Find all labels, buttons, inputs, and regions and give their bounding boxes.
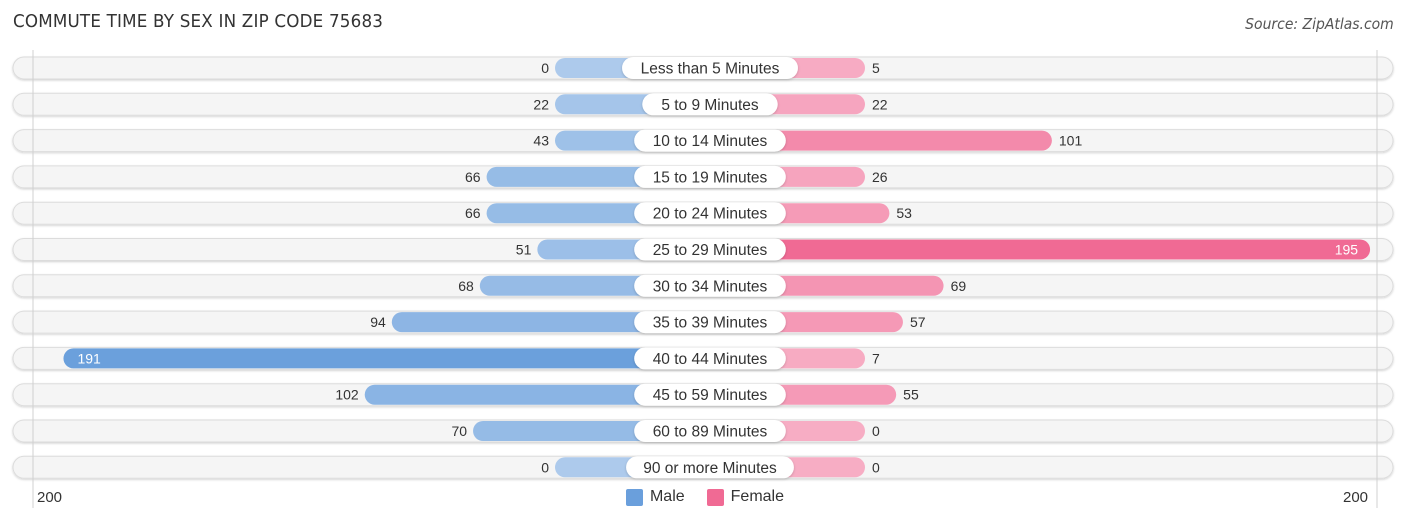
bar-male[interactable] <box>63 348 710 369</box>
value-label-female: 69 <box>951 278 967 294</box>
value-label-male: 43 <box>533 133 549 149</box>
value-label-female: 195 <box>1335 242 1359 258</box>
value-label-female: 53 <box>896 205 912 221</box>
value-label-male: 0 <box>541 459 549 475</box>
value-label-male: 68 <box>458 278 474 294</box>
value-label-female: 101 <box>1059 133 1083 149</box>
chart-row: 191 7 40 to 44 Minutes <box>12 346 1394 370</box>
category-label: 15 to 19 Minutes <box>653 169 768 186</box>
category-label: 25 to 29 Minutes <box>653 242 768 259</box>
value-label-female: 5 <box>872 60 880 76</box>
chart-row: 94 57 35 to 39 Minutes <box>12 310 1394 334</box>
value-label-female: 7 <box>872 350 880 366</box>
category-label: 60 to 89 Minutes <box>653 424 768 441</box>
value-label-male: 0 <box>541 60 549 76</box>
category-label: 35 to 39 Minutes <box>653 315 768 332</box>
value-label-female: 0 <box>872 423 880 439</box>
category-label: 45 to 59 Minutes <box>653 387 768 404</box>
chart-row: 66 53 20 to 24 Minutes <box>12 201 1394 225</box>
value-label-female: 55 <box>903 387 919 403</box>
chart-row: 43 101 10 to 14 Minutes <box>12 129 1394 153</box>
category-label: 90 or more Minutes <box>643 460 777 477</box>
value-label-female: 57 <box>910 314 926 330</box>
value-label-male: 70 <box>451 423 467 439</box>
diverging-bar-chart: 0 5 Less than 5 Minutes 22 22 5 to 9 Minutes 4… <box>12 50 1394 508</box>
category-label: 30 to 34 Minutes <box>653 278 768 295</box>
legend-label-female: Female <box>730 488 785 505</box>
chart-row: 51 195 25 to 29 Minutes <box>12 238 1394 261</box>
value-label-male: 66 <box>465 169 481 185</box>
category-label: 40 to 44 Minutes <box>653 351 768 368</box>
category-label: 10 to 14 Minutes <box>653 133 768 150</box>
chart-row: 66 26 15 to 19 Minutes <box>12 165 1394 189</box>
value-label-female: 0 <box>872 459 880 475</box>
legend-item-female[interactable]: Female <box>703 488 784 506</box>
chart-row: 102 55 45 to 59 Minutes <box>12 383 1394 407</box>
chart-row: 22 22 5 to 9 Minutes <box>12 92 1394 116</box>
value-label-male: 51 <box>516 242 532 258</box>
legend-swatch-female <box>706 488 724 506</box>
legend-label-male: Male <box>649 488 685 505</box>
legend-swatch-male <box>625 488 643 506</box>
value-label-male: 66 <box>465 205 481 221</box>
legend: Male Female <box>0 488 1406 506</box>
category-label: 5 to 9 Minutes <box>661 97 759 114</box>
value-label-male: 102 <box>335 387 359 403</box>
value-label-male: 94 <box>370 314 386 330</box>
category-label: Less than 5 Minutes <box>641 61 780 78</box>
value-label-female: 26 <box>872 169 888 185</box>
chart-row: 0 0 90 or more Minutes <box>12 455 1394 479</box>
value-label-female: 22 <box>872 96 888 112</box>
chart-row: 0 5 Less than 5 Minutes <box>12 56 1394 80</box>
category-label: 20 to 24 Minutes <box>653 206 768 223</box>
value-label-male: 22 <box>533 96 549 112</box>
chart-row: 70 0 60 to 89 Minutes <box>12 419 1394 443</box>
value-label-male: 191 <box>77 350 101 366</box>
legend-item-male[interactable]: Male <box>622 488 685 506</box>
chart-row: 68 69 30 to 34 Minutes <box>12 274 1394 298</box>
bar-female[interactable] <box>710 239 1371 260</box>
